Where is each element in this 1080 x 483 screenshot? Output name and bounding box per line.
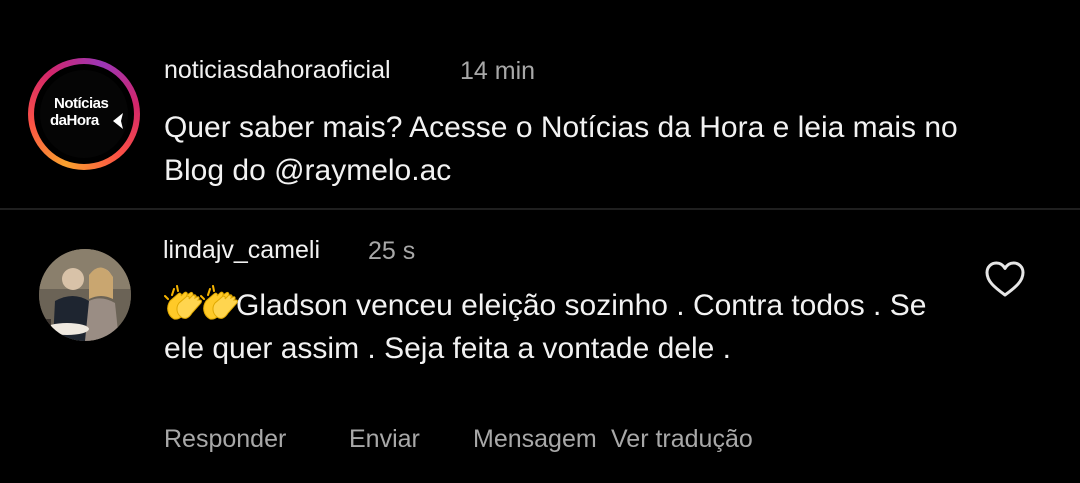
clapping-hands-icon xyxy=(200,285,238,320)
logo-arrow-mark xyxy=(113,113,123,129)
comment-text: Gladson venceu eleição sozinho . Contra … xyxy=(164,289,927,365)
like-heart-icon[interactable] xyxy=(984,260,1026,298)
logo-text-line1: Notícias xyxy=(54,95,109,112)
message-button[interactable]: Mensagem xyxy=(473,425,597,454)
post-caption: Notícias daHora noticiasdahoraoficial 14… xyxy=(0,0,1080,208)
comment-username[interactable]: lindajv_cameli xyxy=(163,236,320,265)
send-button[interactable]: Enviar xyxy=(349,425,420,454)
avatar-photo xyxy=(39,249,131,341)
post-timestamp: 14 min xyxy=(460,57,536,85)
comment-text-block: Gladson venceu eleição sozinho . Contra … xyxy=(164,284,944,370)
profile-avatar-story-ring[interactable]: Notícias daHora xyxy=(28,58,140,170)
clapping-hands-icon xyxy=(164,285,202,320)
commenter-avatar[interactable] xyxy=(39,249,131,341)
comment-item: lindajv_cameli 25 s Gladson venceu eleiç… xyxy=(0,210,1080,483)
post-caption-text: Quer saber mais? Acesse o Notícias da Ho… xyxy=(164,111,958,187)
post-username[interactable]: noticiasdahoraoficial xyxy=(164,56,391,85)
reply-button[interactable]: Responder xyxy=(164,425,286,454)
comment-timestamp: 25 s xyxy=(368,237,416,265)
see-translation-button[interactable]: Ver tradução xyxy=(611,425,753,454)
logo-text-line2: daHora xyxy=(50,112,99,129)
noticias-da-hora-logo: Notícias daHora xyxy=(40,70,128,158)
